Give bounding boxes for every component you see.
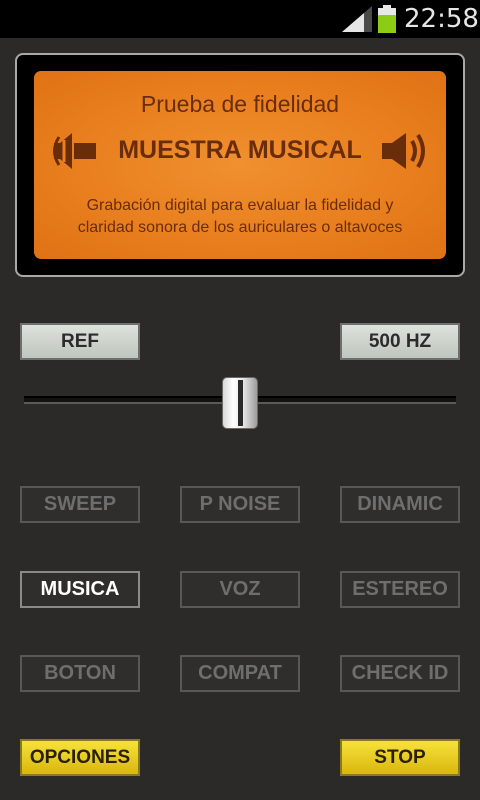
status-bar: 22:58 bbox=[0, 0, 480, 38]
info-panel: Prueba de fidelidad MUESTRA MUSICAL Grab… bbox=[34, 71, 446, 259]
estereo-button[interactable]: ESTEREO bbox=[340, 571, 460, 608]
ref-button[interactable]: REF bbox=[20, 323, 140, 360]
signal-icon bbox=[342, 6, 372, 32]
info-panel-frame: Prueba de fidelidad MUESTRA MUSICAL Grab… bbox=[15, 53, 465, 277]
panel-title: Prueba de fidelidad bbox=[140, 91, 340, 117]
description-line-2: claridad sonora de los auriculares o alt… bbox=[77, 219, 403, 236]
speaker-right-icon bbox=[382, 133, 425, 169]
stop-button[interactable]: STOP bbox=[340, 739, 460, 776]
opciones-button[interactable]: OPCIONES bbox=[20, 739, 140, 776]
compat-button[interactable]: COMPAT bbox=[180, 655, 300, 692]
frequency-button[interactable]: 500 HZ bbox=[340, 323, 460, 360]
dinamic-button[interactable]: DINAMIC bbox=[340, 486, 460, 523]
battery-icon bbox=[378, 5, 396, 33]
musica-button[interactable]: MUSICA bbox=[20, 571, 140, 608]
panel-description: Grabación digital para evaluar la fideli… bbox=[44, 195, 436, 239]
p-noise-button[interactable]: P NOISE bbox=[180, 486, 300, 523]
check-id-button[interactable]: CHECK ID bbox=[340, 655, 460, 692]
boton-button[interactable]: BOTON bbox=[20, 655, 140, 692]
status-time: 22:58 bbox=[404, 4, 479, 34]
sweep-button[interactable]: SWEEP bbox=[20, 486, 140, 523]
frequency-slider-thumb[interactable] bbox=[222, 377, 258, 429]
voz-button[interactable]: VOZ bbox=[180, 571, 300, 608]
description-line-1: Grabación digital para evaluar la fideli… bbox=[86, 197, 394, 214]
